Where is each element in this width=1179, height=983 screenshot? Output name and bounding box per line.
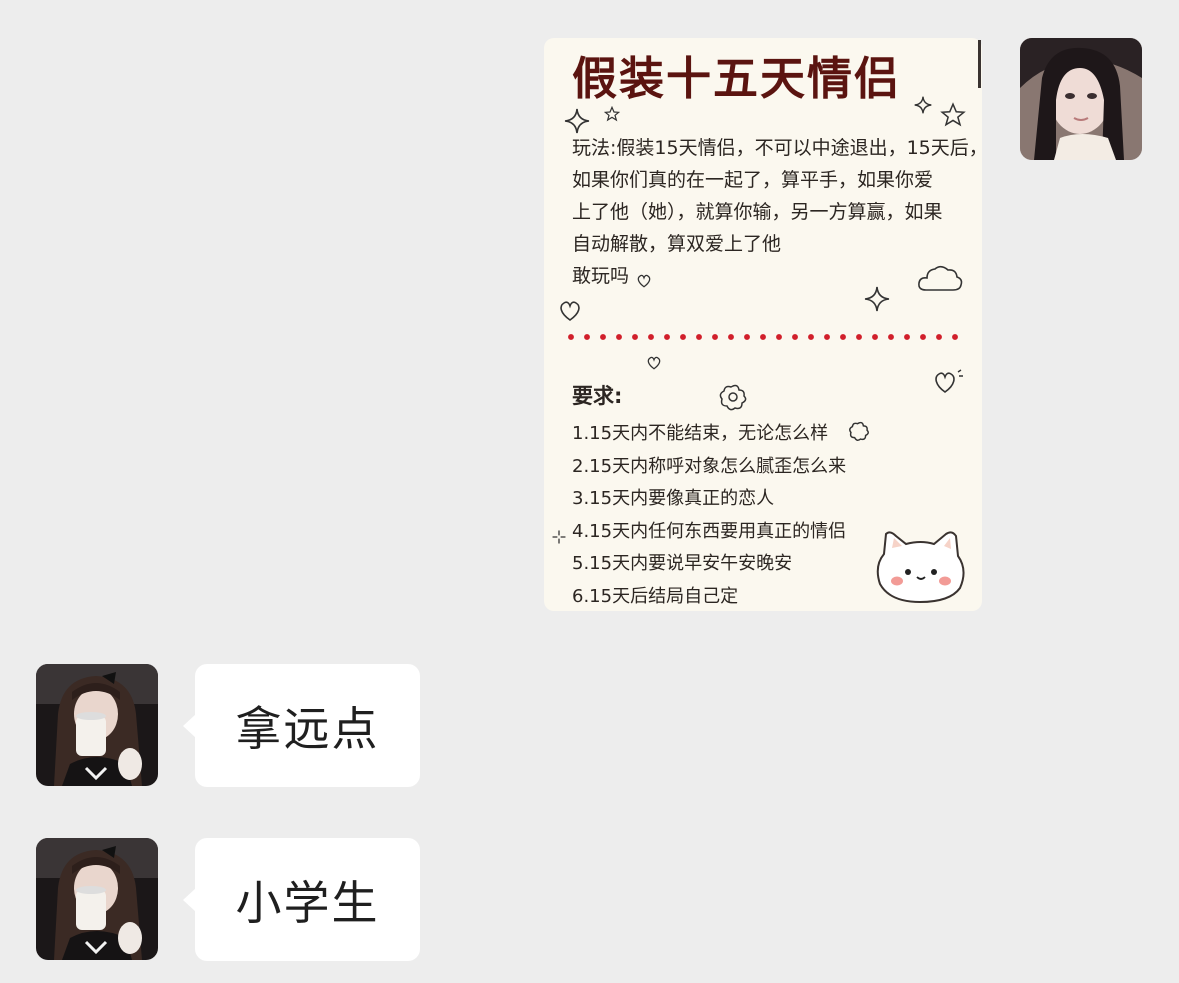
heart-icon — [636, 274, 652, 288]
requirement-item: 3.15天内要像真正的恋人 — [572, 488, 775, 509]
rules-line: 玩法:假装15天情侣，不可以中途退出，15天后， — [572, 137, 982, 159]
requirements-title: 要求: — [572, 384, 623, 408]
rules-text: 玩法:假装15天情侣，不可以中途退出，15天后， 如果你们真的在一起了，算平手，… — [572, 132, 982, 292]
requirements-list: 1.15天内不能结束，无论怎么样 2.15天内称呼对象怎么腻歪怎么来 3.15天… — [572, 418, 846, 611]
contact-avatar[interactable] — [36, 664, 158, 786]
card-edge-mark — [978, 40, 981, 88]
requirement-item: 2.15天内称呼对象怎么腻歪怎么来 — [572, 455, 847, 477]
my-avatar[interactable] — [1020, 38, 1142, 160]
message-bubble[interactable]: 拿远点 — [183, 664, 420, 787]
avatar-photo — [1020, 38, 1142, 160]
requirement-item: 1.15天内不能结束，无论怎么样 — [572, 423, 829, 444]
heart-icon — [932, 368, 964, 396]
chat-window: 假装十五天情侣 玩法:假装15天情侣，不可以中途退出，15天后， 如果你们真的在… — [0, 0, 1179, 983]
message-bubble[interactable]: 小学生 — [183, 838, 420, 961]
sparkle-icon — [564, 108, 590, 134]
avatar-photo — [36, 838, 158, 960]
sparkle-icon — [864, 286, 890, 312]
star-icon — [940, 102, 966, 128]
cat-sticker-icon — [872, 526, 970, 606]
flower-icon — [718, 382, 748, 412]
sparkle-icon — [914, 96, 932, 114]
contact-avatar[interactable] — [36, 838, 158, 960]
requirement-item: 5.15天内要说早安午安晚安 — [572, 553, 793, 574]
heart-icon — [646, 356, 662, 370]
sparkle-icon — [552, 530, 566, 544]
rules-line: 如果你们真的在一起了，算平手，如果你爱 — [572, 169, 934, 191]
flower-icon — [848, 420, 870, 442]
rules-line: 上了他（她），就算你输，另一方算赢，如果 — [572, 201, 943, 223]
rules-line: 敢玩吗 — [572, 265, 630, 287]
card-title: 假装十五天情侣 — [572, 52, 902, 105]
avatar-photo — [36, 664, 158, 786]
cloud-icon — [916, 262, 964, 294]
requirement-item: 4.15天内任何东西要用真正的情侣 — [572, 520, 847, 542]
star-icon — [604, 106, 620, 122]
heart-icon — [558, 300, 582, 322]
dotted-divider — [566, 332, 966, 342]
rules-line: 自动解散，算双爱上了他 — [572, 233, 782, 255]
requirement-item: 6.15天后结局自己定 — [572, 585, 739, 607]
image-message-card[interactable]: 假装十五天情侣 玩法:假装15天情侣，不可以中途退出，15天后， 如果你们真的在… — [544, 38, 982, 611]
